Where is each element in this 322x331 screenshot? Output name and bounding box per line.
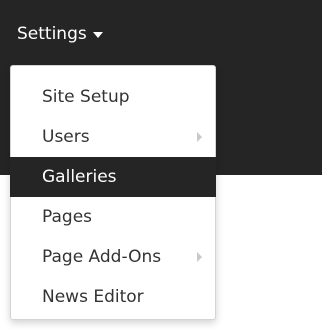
menu-item-label: Site Setup xyxy=(42,87,130,107)
chevron-right-icon xyxy=(197,132,202,142)
menu-item-users[interactable]: Users xyxy=(10,117,216,157)
chevron-right-icon xyxy=(197,252,202,262)
menu-item-news-editor[interactable]: News Editor xyxy=(10,277,216,317)
menu-item-label: Page Add-Ons xyxy=(42,247,162,267)
menu-item-site-setup[interactable]: Site Setup xyxy=(10,77,216,117)
caret-down-icon xyxy=(92,32,103,38)
menu-item-pages[interactable]: Pages xyxy=(10,197,216,237)
settings-dropdown-toggle[interactable]: Settings xyxy=(17,20,103,48)
menu-item-label: Pages xyxy=(42,207,93,227)
menu-item-label: News Editor xyxy=(42,287,144,307)
menu-item-label: Galleries xyxy=(42,167,117,187)
menu-item-label: Users xyxy=(42,127,90,147)
menu-item-page-add-ons[interactable]: Page Add-Ons xyxy=(10,237,216,277)
menu-item-galleries[interactable]: Galleries xyxy=(10,157,216,197)
settings-dropdown-menu: Site Setup Users Galleries Pages Page Ad… xyxy=(10,65,216,320)
settings-label: Settings xyxy=(17,24,87,44)
